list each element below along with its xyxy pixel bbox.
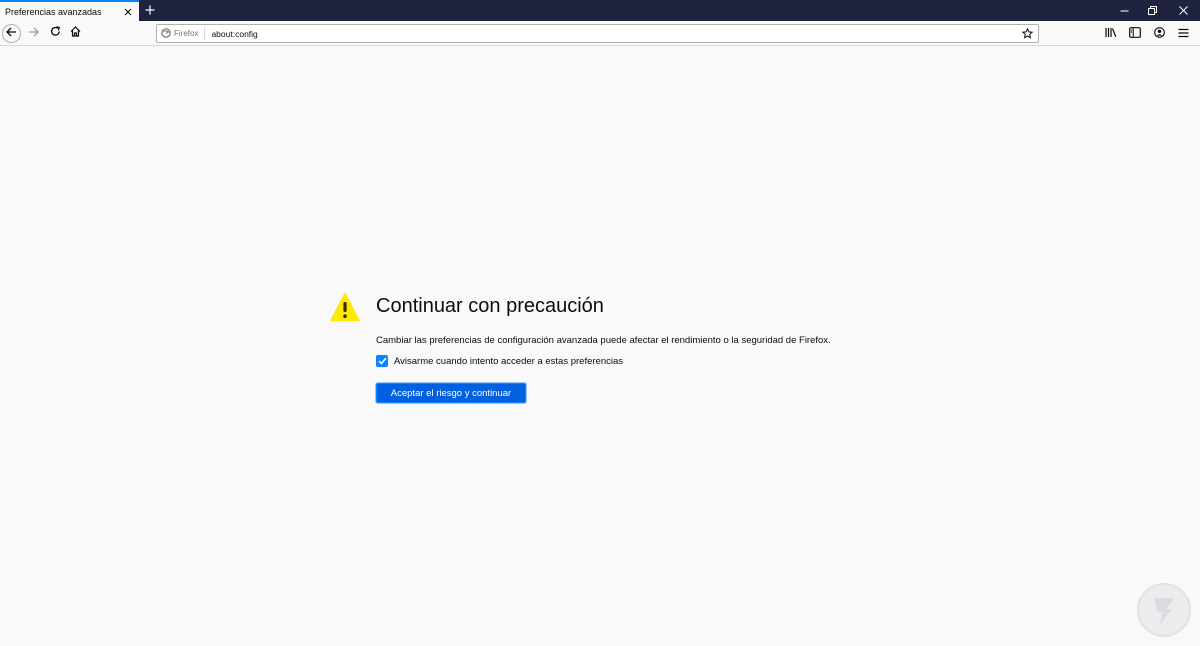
close-icon (1178, 2, 1188, 20)
arrow-left-icon (6, 24, 17, 42)
back-button[interactable] (2, 23, 21, 43)
reload-button[interactable] (45, 23, 65, 43)
checkmark-icon (377, 357, 387, 365)
restore-icon (1147, 2, 1157, 20)
star-icon[interactable] (1019, 26, 1035, 42)
hamburger-menu-icon (1178, 25, 1189, 43)
tab-strip: Preferencias avanzadas (0, 0, 1200, 21)
tab-title: Preferencias avanzadas (5, 6, 102, 17)
accept-risk-button[interactable]: Aceptar el riesgo y continuar (376, 383, 526, 403)
tab-preferencias-avanzadas[interactable]: Preferencias avanzadas (0, 0, 139, 21)
arrow-right-icon (28, 24, 39, 42)
library-button[interactable] (1102, 24, 1120, 43)
home-button[interactable] (65, 23, 85, 43)
warning-description: Cambiar las preferencias de configuració… (376, 335, 831, 346)
browser-window: Preferencias avanzadas Firefox about:con… (0, 0, 1200, 646)
url-input[interactable]: about:config (211, 29, 1019, 39)
reload-icon (50, 24, 61, 42)
close-tab-icon[interactable] (121, 5, 135, 19)
close-window-button[interactable] (1166, 0, 1200, 21)
page-content: Continuar con precaución Cambiar las pre… (0, 47, 1200, 646)
url-bar[interactable]: Firefox about:config (156, 24, 1039, 43)
warn-checkbox-label: Avisarme cuando intento acceder a estas … (394, 355, 624, 367)
minimize-icon (1120, 2, 1129, 20)
restore-button[interactable] (1138, 0, 1166, 21)
identity-label: Firefox (174, 29, 199, 38)
navigation-toolbar: Firefox about:config (0, 21, 1200, 46)
sidebar-icon (1129, 25, 1141, 43)
plus-icon (145, 2, 155, 20)
warn-checkbox[interactable] (376, 355, 388, 367)
forward-button[interactable] (23, 23, 43, 43)
warn-checkbox-row[interactable]: Avisarme cuando intento acceder a estas … (376, 355, 623, 367)
account-button[interactable] (1150, 24, 1168, 43)
account-icon (1153, 25, 1165, 43)
page-title: Continuar con precaución (376, 295, 604, 317)
minimize-button[interactable] (1110, 0, 1138, 21)
watermark-logo-icon (1137, 583, 1191, 637)
firefox-logo-icon (161, 25, 171, 43)
new-tab-button[interactable] (139, 0, 161, 21)
home-icon (70, 24, 81, 42)
menu-button[interactable] (1174, 24, 1192, 43)
warning-icon (330, 292, 360, 322)
toolbar-right (1102, 24, 1192, 43)
tab-strip-drag-area[interactable] (161, 0, 1110, 21)
library-icon (1105, 25, 1117, 43)
sidebar-button[interactable] (1126, 24, 1144, 43)
identity-box[interactable]: Firefox (157, 25, 206, 43)
